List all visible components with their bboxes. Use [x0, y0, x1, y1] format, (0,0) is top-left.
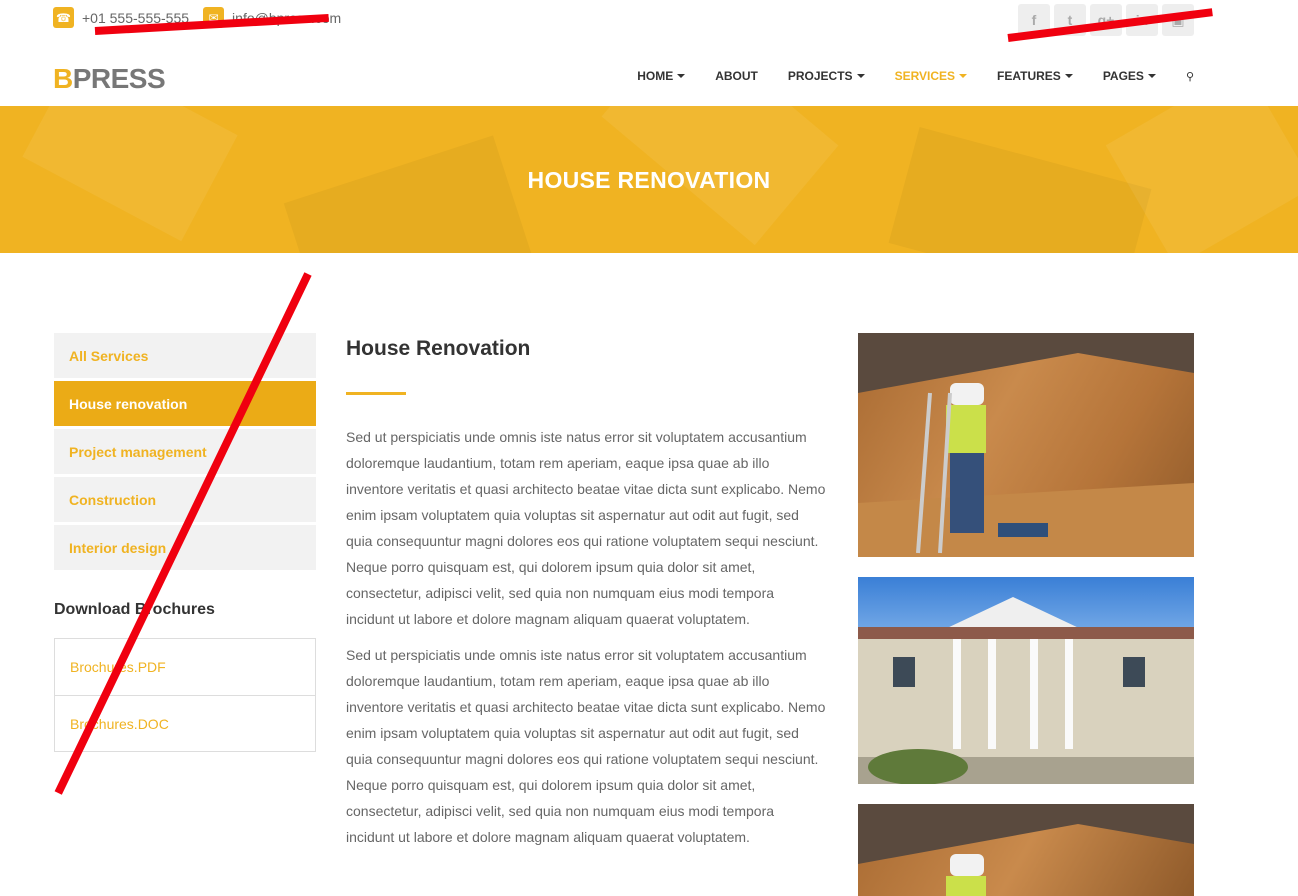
- banner-pattern: [283, 135, 537, 253]
- worker-interior-illustration: [858, 804, 1194, 896]
- house-exterior-illustration: [858, 597, 1194, 784]
- brochures-heading: Download Brochures: [54, 601, 215, 618]
- worker-interior-photo: [858, 333, 1194, 557]
- worker-interior-photo-2: [858, 804, 1194, 896]
- page-title: HOUSE RENOVATION: [527, 167, 771, 193]
- sidebar-item-project-management[interactable]: Project management: [54, 429, 316, 474]
- nav-projects[interactable]: PROJECTS: [788, 69, 865, 83]
- caret-down-icon: [677, 74, 686, 78]
- nav-services[interactable]: SERVICES: [894, 69, 968, 83]
- services-sidebar: All Services House renovation Project ma…: [54, 333, 316, 752]
- phone-icon: ☎: [53, 7, 74, 28]
- nav-services-label: SERVICES: [894, 69, 956, 83]
- nav-projects-label: PROJECTS: [787, 69, 853, 83]
- site-logo[interactable]: BPRESS: [53, 63, 166, 94]
- nav-pages-label: PAGES: [1102, 69, 1144, 83]
- content-paragraph: Sed ut perspiciatis unde omnis iste natu…: [346, 429, 826, 627]
- nav-home[interactable]: HOME: [637, 69, 686, 83]
- caret-down-icon: [856, 74, 865, 78]
- sidebar-item-house-renovation[interactable]: House renovation: [54, 381, 316, 426]
- top-bar: ☎ +01 555-555-555 ✉ info@bpress.com f t …: [0, 0, 1298, 38]
- nav-pages[interactable]: PAGES: [1103, 69, 1156, 83]
- nav-about[interactable]: ABOUT: [715, 69, 758, 83]
- caret-down-icon: [1147, 74, 1156, 78]
- content-title: House Renovation: [346, 337, 531, 360]
- title-underline: [346, 392, 406, 395]
- content-paragraph: Sed ut perspiciatis unde omnis iste natu…: [346, 647, 826, 845]
- caret-down-icon: [959, 74, 968, 78]
- nav-features-label: FEATURES: [997, 69, 1061, 83]
- sidebar-item-construction[interactable]: Construction: [54, 477, 316, 522]
- nav-home-label: HOME: [637, 69, 674, 83]
- worker-interior-illustration: [858, 333, 1194, 557]
- brochures-list: Brochures.PDF Brochures.DOC: [54, 638, 316, 752]
- site-header: BPRESS HOME ABOUT PROJECTS SERVICES FEAT…: [0, 38, 1298, 106]
- nav-about-label: ABOUT: [715, 69, 758, 83]
- nav-search[interactable]: ⚲: [1186, 69, 1194, 83]
- house-exterior-photo: [858, 577, 1194, 784]
- main-content: House Renovation Sed ut perspiciatis und…: [346, 333, 826, 850]
- page-banner: HOUSE RENOVATION: [0, 106, 1298, 253]
- brochure-pdf-link[interactable]: Brochures.PDF: [55, 639, 315, 695]
- logo-accent: B: [53, 63, 73, 94]
- main-nav: HOME ABOUT PROJECTS SERVICES FEATURES PA…: [637, 69, 1194, 83]
- search-icon: ⚲: [1185, 70, 1194, 83]
- logo-text: PRESS: [72, 63, 166, 94]
- nav-features[interactable]: FEATURES: [997, 69, 1073, 83]
- caret-down-icon: [1064, 74, 1073, 78]
